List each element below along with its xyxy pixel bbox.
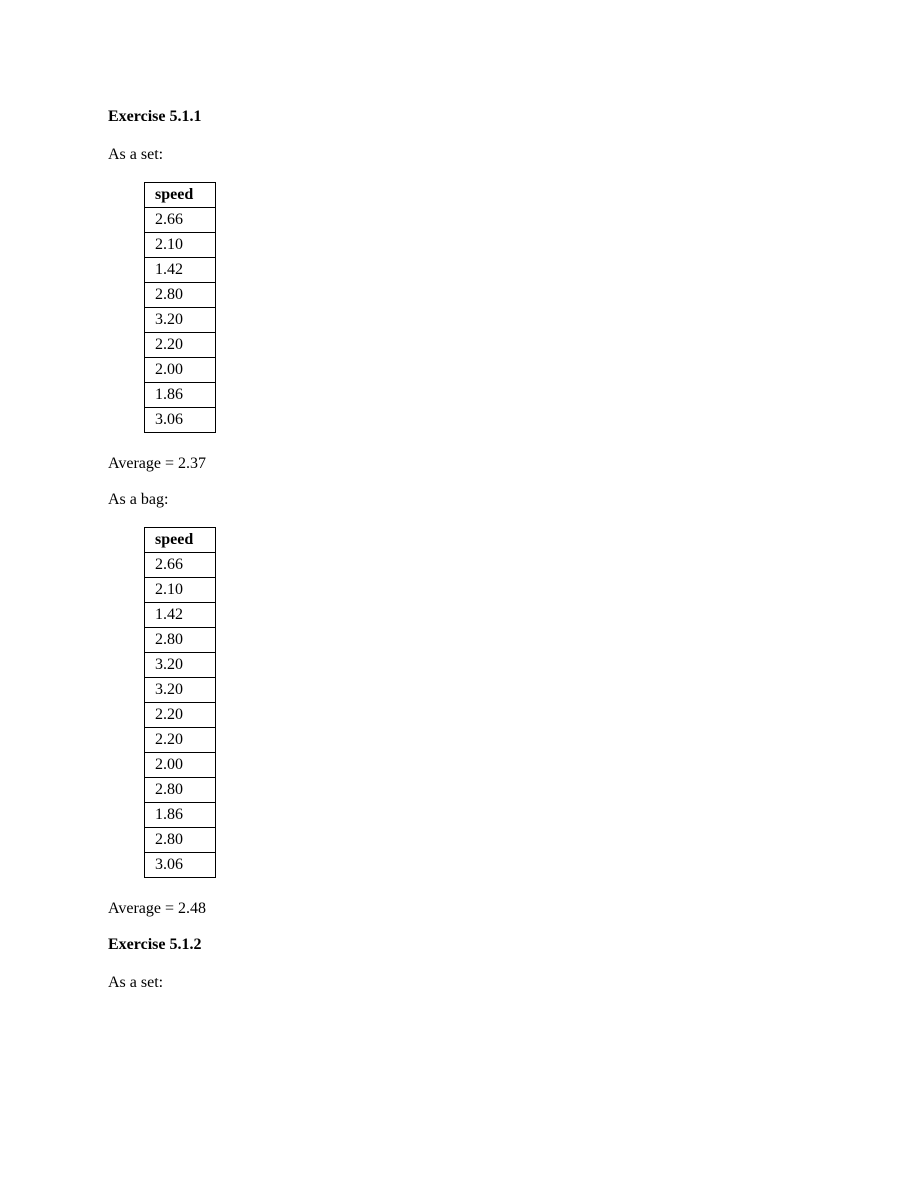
table-cell: 2.20 xyxy=(145,728,216,753)
exercise-title: Exercise 5.1.1 xyxy=(108,108,812,126)
set-average: Average = 2.37 xyxy=(108,455,812,473)
table-row: 3.20 xyxy=(145,678,216,703)
table-row: 2.80 xyxy=(145,778,216,803)
table-row: 3.06 xyxy=(145,853,216,878)
table-cell: 1.86 xyxy=(145,803,216,828)
table-cell: 3.20 xyxy=(145,653,216,678)
set-label: As a set: xyxy=(108,146,812,164)
table-row: 2.00 xyxy=(145,753,216,778)
table-cell: 1.86 xyxy=(145,383,216,408)
table-cell: 3.06 xyxy=(145,408,216,433)
table-row: 2.80 xyxy=(145,828,216,853)
table-cell: 2.80 xyxy=(145,778,216,803)
table-cell: 3.20 xyxy=(145,678,216,703)
table-cell: 2.10 xyxy=(145,233,216,258)
table-cell: 2.66 xyxy=(145,553,216,578)
table-cell: 3.20 xyxy=(145,308,216,333)
bag-average: Average = 2.48 xyxy=(108,900,812,918)
table-cell: 1.42 xyxy=(145,603,216,628)
table-cell: 1.42 xyxy=(145,258,216,283)
table-cell: 2.20 xyxy=(145,333,216,358)
bag-table-header: speed xyxy=(145,528,216,553)
table-cell: 2.00 xyxy=(145,753,216,778)
table-row: 1.42 xyxy=(145,603,216,628)
set-table-header: speed xyxy=(145,183,216,208)
table-cell: 2.66 xyxy=(145,208,216,233)
table-row: 2.20 xyxy=(145,728,216,753)
table-row: 1.86 xyxy=(145,383,216,408)
exercise-title-2: Exercise 5.1.2 xyxy=(108,936,812,954)
set-table: speed 2.66 2.10 1.42 2.80 3.20 2.20 2.00… xyxy=(144,182,216,433)
table-row: 2.10 xyxy=(145,578,216,603)
table-row: 1.86 xyxy=(145,803,216,828)
table-cell: 2.80 xyxy=(145,283,216,308)
table-row: 2.66 xyxy=(145,208,216,233)
table-row: 3.20 xyxy=(145,308,216,333)
table-cell: 2.10 xyxy=(145,578,216,603)
table-cell: 3.06 xyxy=(145,853,216,878)
table-row: 3.20 xyxy=(145,653,216,678)
table-cell: 2.00 xyxy=(145,358,216,383)
table-row: 2.66 xyxy=(145,553,216,578)
table-cell: 2.80 xyxy=(145,628,216,653)
bag-label: As a bag: xyxy=(108,491,812,509)
bag-table-wrapper: speed 2.66 2.10 1.42 2.80 3.20 3.20 2.20… xyxy=(144,527,812,878)
table-row: 2.00 xyxy=(145,358,216,383)
table-cell: 2.20 xyxy=(145,703,216,728)
table-row: 2.20 xyxy=(145,703,216,728)
table-row: 2.20 xyxy=(145,333,216,358)
table-row: 2.10 xyxy=(145,233,216,258)
table-cell: 2.80 xyxy=(145,828,216,853)
table-row: 3.06 xyxy=(145,408,216,433)
table-row: 2.80 xyxy=(145,628,216,653)
set-table-wrapper: speed 2.66 2.10 1.42 2.80 3.20 2.20 2.00… xyxy=(144,182,812,433)
bag-table: speed 2.66 2.10 1.42 2.80 3.20 3.20 2.20… xyxy=(144,527,216,878)
set-label-2: As a set: xyxy=(108,974,812,992)
table-row: 1.42 xyxy=(145,258,216,283)
table-row: 2.80 xyxy=(145,283,216,308)
